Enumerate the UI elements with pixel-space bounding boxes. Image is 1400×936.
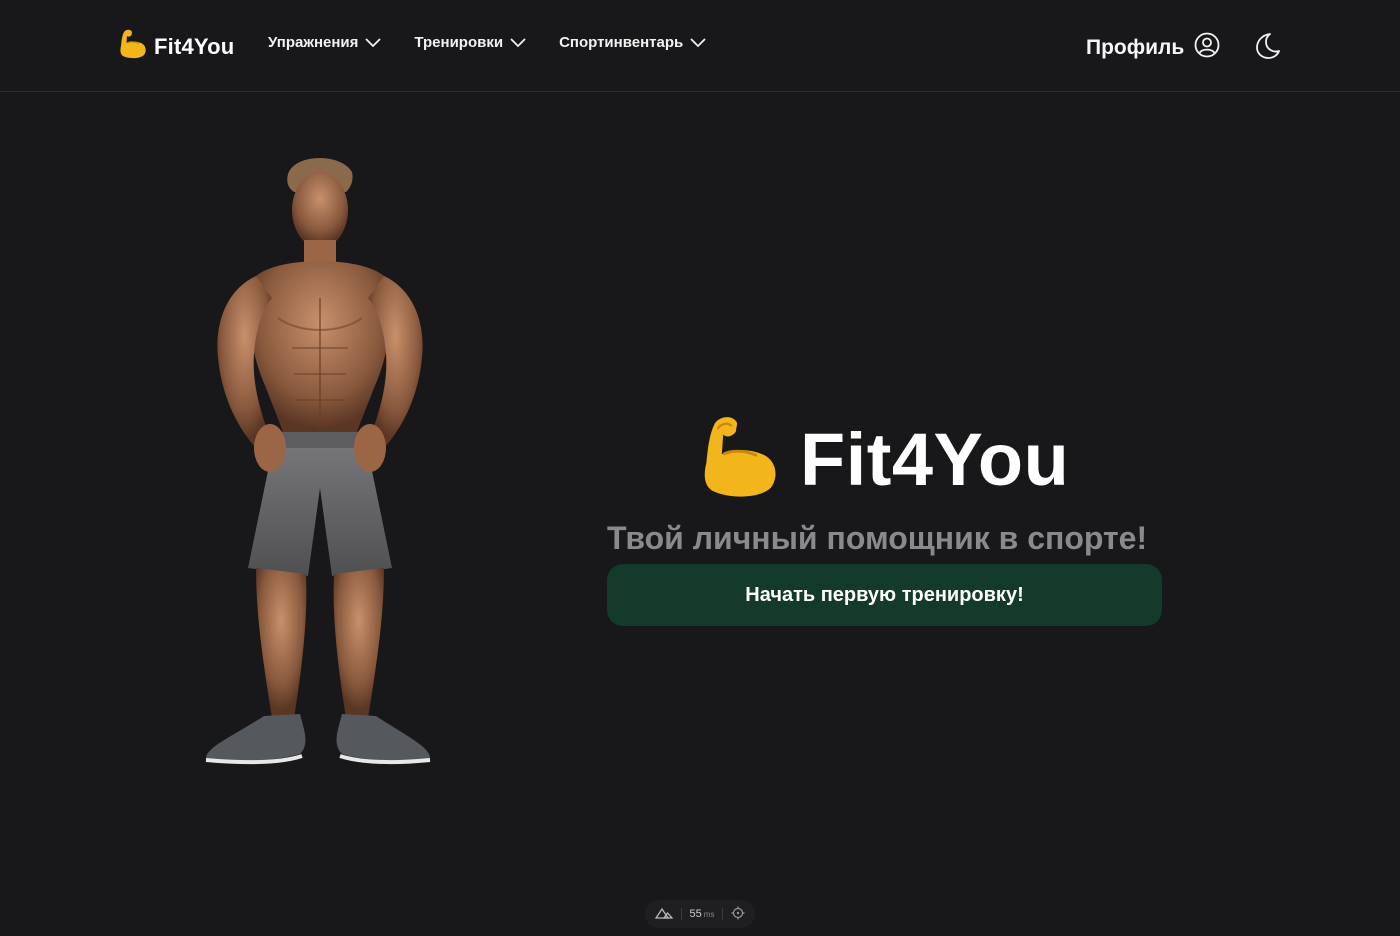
render-time: 55 ms [690, 908, 715, 920]
nav-item-exercises[interactable]: Упражнения [268, 34, 382, 51]
moon-icon [1252, 33, 1282, 65]
top-navbar: Fit4You Упражнения Тренировки Спортинвен… [0, 0, 1400, 92]
chevron-down-icon [690, 37, 706, 48]
nav-item-workouts[interactable]: Тренировки [414, 34, 526, 51]
render-time-value: 55 [689, 908, 702, 920]
start-first-workout-button[interactable]: Начать первую тренировку! [607, 564, 1162, 626]
flexed-biceps-icon [118, 28, 148, 65]
theme-toggle-button[interactable] [1252, 31, 1282, 66]
render-time-unit: ms [703, 910, 715, 919]
dev-toolbar[interactable]: 55 ms [645, 900, 755, 928]
user-circle-icon [1194, 32, 1220, 63]
nuxt-icon[interactable] [654, 907, 673, 922]
divider [722, 908, 724, 920]
athlete-illustration [160, 148, 480, 778]
profile-label: Профиль [1086, 35, 1185, 59]
profile-link[interactable]: Профиль [1086, 32, 1220, 63]
nav-item-equipment[interactable]: Спортинвентарь [559, 34, 706, 51]
flexed-biceps-icon [698, 412, 782, 507]
page: Fit4You Упражнения Тренировки Спортинвен… [0, 0, 1400, 936]
nav-item-label: Спортинвентарь [559, 34, 684, 51]
logo-link[interactable]: Fit4You [118, 28, 234, 65]
crosshair-icon[interactable] [731, 906, 745, 923]
nav-item-label: Упражнения [268, 34, 359, 51]
divider [680, 908, 682, 920]
chevron-down-icon [510, 37, 526, 48]
nav-item-label: Тренировки [414, 34, 504, 51]
main-nav: Упражнения Тренировки Спортинвентарь [268, 34, 739, 51]
hero-brand: Fit4You [698, 412, 1069, 507]
chevron-down-icon [365, 37, 382, 48]
logo-text: Fit4You [154, 33, 235, 59]
hero-subtitle: Твой личный помощник в спорте! [607, 520, 1148, 556]
hero-title: Fit4You [800, 417, 1070, 501]
